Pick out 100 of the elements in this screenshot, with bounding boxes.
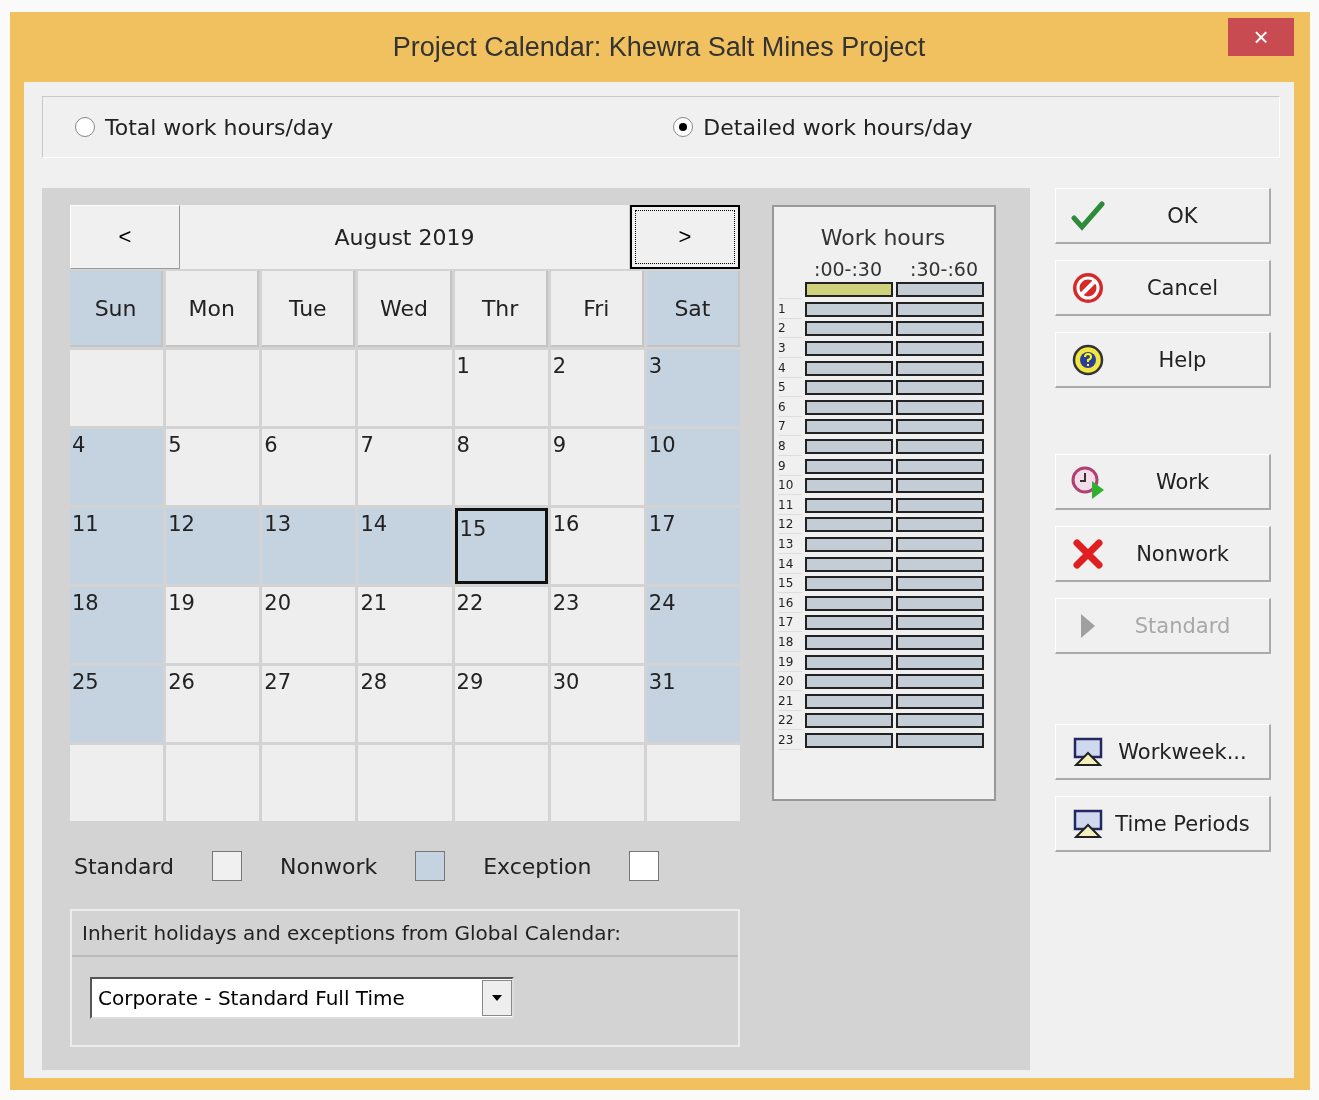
hour-slot[interactable]	[896, 399, 984, 415]
day-cell[interactable]: 2	[550, 350, 644, 426]
hour-slot[interactable]	[805, 732, 893, 748]
workweek-button[interactable]: Workweek...	[1055, 724, 1271, 780]
day-cell[interactable]: 30	[550, 666, 644, 742]
hour-slot[interactable]	[896, 419, 984, 435]
hour-slot[interactable]	[805, 341, 893, 357]
hour-label: 15	[778, 574, 802, 594]
hour-slot[interactable]	[896, 556, 984, 572]
nonwork-button[interactable]: Nonwork	[1055, 526, 1271, 582]
hour-slot[interactable]	[896, 595, 984, 611]
legend-label: Nonwork	[280, 853, 378, 879]
day-cell[interactable]: 17	[646, 508, 740, 584]
day-cell[interactable]: 16	[550, 508, 644, 584]
hour-label: 17	[778, 613, 802, 633]
hour-slot[interactable]	[805, 635, 893, 650]
hour-slot[interactable]	[805, 537, 893, 552]
hour-slot[interactable]	[805, 360, 893, 376]
previous-month-button[interactable]: <	[70, 205, 180, 269]
hour-slot[interactable]	[896, 732, 984, 748]
hour-slot[interactable]	[805, 576, 893, 592]
hour-slot[interactable]	[805, 458, 893, 474]
day-cell[interactable]: 11	[70, 508, 164, 584]
hour-slot[interactable]	[896, 537, 984, 552]
hour-slot[interactable]	[805, 439, 893, 455]
cancel-button[interactable]: Cancel	[1055, 260, 1271, 316]
hour-slot[interactable]	[805, 674, 893, 690]
hour-slot[interactable]	[805, 595, 893, 611]
hour-slot[interactable]	[805, 301, 893, 317]
hour-slot[interactable]	[805, 693, 893, 709]
day-cell[interactable]: 27	[262, 666, 356, 742]
day-cell[interactable]: 29	[454, 666, 548, 742]
hour-slot[interactable]	[805, 497, 893, 513]
day-cell[interactable]: 22	[454, 587, 548, 663]
hour-slot[interactable]	[896, 458, 984, 474]
hour-label: 23	[778, 730, 802, 750]
day-cell[interactable]: 7	[358, 429, 452, 505]
day-cell[interactable]: 4	[70, 429, 164, 505]
hour-slot[interactable]	[896, 576, 984, 592]
hour-slot[interactable]	[805, 517, 893, 533]
day-cell[interactable]: 28	[358, 666, 452, 742]
hour-slot[interactable]	[805, 380, 893, 396]
hour-slot[interactable]	[896, 713, 984, 729]
hour-label: 10	[778, 476, 802, 496]
close-button[interactable]: ×	[1228, 18, 1294, 56]
hour-label: 16	[778, 593, 802, 613]
day-cell[interactable]: 3	[646, 350, 740, 426]
hour-label: 20	[778, 672, 802, 692]
day-cell[interactable]: 9	[550, 429, 644, 505]
hour-slot[interactable]	[805, 713, 893, 729]
day-cell[interactable]: 18	[70, 587, 164, 663]
hour-slot[interactable]	[896, 674, 984, 690]
day-cell[interactable]: 14	[358, 508, 452, 584]
day-cell[interactable]: 6	[262, 429, 356, 505]
day-cell[interactable]: 24	[646, 587, 740, 663]
hour-slot[interactable]	[896, 301, 984, 317]
hour-slot[interactable]	[896, 497, 984, 513]
day-cell[interactable]: 5	[166, 429, 260, 505]
hour-slot[interactable]	[805, 419, 893, 435]
hour-slot[interactable]	[896, 439, 984, 455]
hour-slot[interactable]	[896, 517, 984, 533]
help-button[interactable]: Help	[1055, 332, 1271, 388]
day-cell[interactable]: 12	[166, 508, 260, 584]
day-cell[interactable]: 31	[646, 666, 740, 742]
day-cell[interactable]: 13	[262, 508, 356, 584]
hour-slot[interactable]	[805, 478, 893, 494]
day-cell[interactable]: 25	[70, 666, 164, 742]
hour-slot[interactable]	[896, 693, 984, 709]
hour-slot[interactable]	[805, 282, 893, 298]
hour-slot[interactable]	[805, 556, 893, 572]
day-cell[interactable]: 15	[454, 508, 548, 584]
day-cell[interactable]: 26	[166, 666, 260, 742]
next-month-button[interactable]: >	[630, 205, 740, 269]
hour-label: 11	[778, 495, 802, 515]
day-cell[interactable]: 8	[454, 429, 548, 505]
hour-slot[interactable]	[896, 321, 984, 337]
hour-slot[interactable]	[896, 380, 984, 396]
hour-slot[interactable]	[896, 615, 984, 631]
day-cell[interactable]: 23	[550, 587, 644, 663]
work-hours-title: Work hours	[819, 225, 947, 250]
day-cell[interactable]: 1	[454, 350, 548, 426]
hour-slot[interactable]	[896, 635, 984, 650]
hour-slot[interactable]	[896, 478, 984, 494]
hour-slot[interactable]	[805, 654, 893, 670]
ok-button[interactable]: OK	[1055, 188, 1271, 244]
work-button[interactable]: Work	[1055, 454, 1271, 510]
hour-slot[interactable]	[896, 282, 984, 298]
hour-slot[interactable]	[896, 341, 984, 357]
day-cell[interactable]: 20	[262, 587, 356, 663]
periods-button[interactable]: Time Periods	[1055, 796, 1271, 852]
hour-slot[interactable]	[805, 321, 893, 337]
hour-slot[interactable]	[896, 360, 984, 376]
calendar-dropdown[interactable]: Corporate - Standard Full Time	[90, 977, 514, 1019]
day-cell[interactable]: 19	[166, 587, 260, 663]
hour-slot[interactable]	[805, 615, 893, 631]
hour-label: 4	[778, 358, 802, 378]
day-cell[interactable]: 21	[358, 587, 452, 663]
hour-slot[interactable]	[805, 399, 893, 415]
day-cell[interactable]: 10	[646, 429, 740, 505]
hour-slot[interactable]	[896, 654, 984, 670]
